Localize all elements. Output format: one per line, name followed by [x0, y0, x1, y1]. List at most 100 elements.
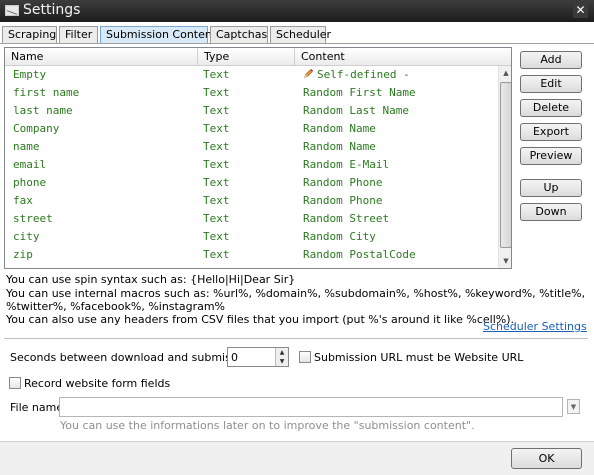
spin-syntax-info: You can use spin syntax such as: {Hello|…	[6, 273, 296, 286]
submission-url-label: Submission URL must be Website URL	[314, 351, 524, 364]
record-form-fields-label: Record website form fields	[24, 377, 171, 390]
edit-button[interactable]: Edit	[520, 75, 582, 93]
scheduler-settings-link[interactable]: Scheduler Settings	[483, 320, 587, 333]
tab-scheduler[interactable]: Scheduler	[270, 26, 331, 43]
pencil-icon	[304, 68, 314, 78]
table-row[interactable]: first name Text Random First Name	[5, 84, 498, 102]
cell-name: phone	[13, 176, 47, 189]
cell-type: Text	[203, 158, 230, 171]
cell-content: Random Phone	[303, 194, 382, 207]
table-row[interactable]: city Text Random City	[5, 228, 498, 246]
table-row[interactable]: street Text Random Street	[5, 210, 498, 228]
cell-name: fax	[13, 194, 33, 207]
column-header-type[interactable]: Type	[198, 48, 295, 66]
seconds-value[interactable]: 0	[231, 351, 238, 364]
cell-type: Text	[203, 176, 230, 189]
cell-content: Random E-Mail	[303, 158, 389, 171]
table-row[interactable]: fax Text Random Phone	[5, 192, 498, 210]
ok-button[interactable]: OK	[511, 448, 582, 469]
file-name-dropdown-icon[interactable]: ▼	[567, 399, 580, 414]
file-name-input[interactable]	[59, 397, 563, 417]
cell-type: Text	[203, 122, 230, 135]
file-name-hint: You can use the informations later on to…	[60, 419, 475, 432]
cell-content-text: Random Name	[303, 122, 376, 135]
table-row[interactable]: last name Text Random Last Name	[5, 102, 498, 120]
cell-type: Text	[203, 212, 230, 225]
cell-content: Random PostalCode	[303, 248, 416, 261]
cell-content-text: Self-defined -	[317, 68, 410, 81]
tab-submission-content[interactable]: Submission Content	[100, 26, 216, 43]
grid-vertical-scrollbar[interactable]: ▲ ▼	[498, 66, 511, 268]
cell-type: Text	[203, 230, 230, 243]
table-row[interactable]: name Text Random Name	[5, 138, 498, 156]
submission-fields-grid[interactable]: Name Type Content Empty Text Self-defined …	[4, 47, 512, 269]
tab-captchas[interactable]: Captchas	[210, 26, 268, 43]
cell-name: Company	[13, 122, 60, 135]
cell-name: email	[13, 158, 47, 171]
dialog-footer	[0, 441, 594, 475]
cell-name: name	[13, 140, 40, 153]
cell-content: Random Last Name	[303, 104, 409, 117]
table-row[interactable]: phone Text Random Phone	[5, 174, 498, 192]
tab-scraping[interactable]: Scraping	[2, 26, 57, 43]
file-name-label: File name	[10, 401, 64, 414]
cell-type: Text	[203, 104, 230, 117]
scroll-up-arrow-icon[interactable]: ▲	[499, 66, 511, 80]
cell-name: Empty	[13, 68, 47, 81]
macros-info-continued: %twitter%, %facebook%, %instagram%	[6, 300, 225, 313]
section-divider	[4, 338, 588, 339]
move-up-button[interactable]: Up	[520, 179, 582, 197]
grid-header: Name Type Content	[5, 48, 511, 66]
cell-content-text: Random E-Mail	[303, 158, 390, 171]
cell-content-text: Random First Name	[303, 86, 416, 99]
cell-content-text: Random Street	[303, 212, 390, 225]
cell-type: Text	[203, 194, 230, 207]
cell-name: city	[13, 230, 40, 243]
table-row[interactable]: Empty Text Self-defined -	[5, 66, 498, 84]
stepper-up-icon[interactable]: ▲	[276, 348, 288, 357]
cell-content: Random Name	[303, 140, 376, 153]
cell-name: first name	[13, 86, 80, 99]
tab-filter[interactable]: Filter	[59, 26, 98, 43]
cell-type: Text	[203, 140, 230, 153]
cell-content: Random City	[303, 230, 376, 243]
submission-url-checkbox[interactable]	[299, 351, 311, 363]
grid-rows: Empty Text Self-defined - first name Text Ran…	[5, 66, 498, 264]
cell-content-text: Random PostalCode	[303, 248, 416, 261]
stepper-down-icon[interactable]: ▼	[276, 357, 288, 366]
stepper-buttons[interactable]: ▲ ▼	[275, 348, 288, 366]
cell-name: last name	[13, 104, 73, 117]
close-button[interactable]: ✕	[573, 3, 588, 18]
cell-name: zip	[13, 248, 33, 261]
macros-info: You can use internal macros such as: %ur…	[6, 287, 586, 300]
column-header-name[interactable]: Name	[5, 48, 198, 66]
preview-button[interactable]: Preview	[520, 147, 582, 165]
cell-type: Text	[203, 86, 230, 99]
scroll-down-arrow-icon[interactable]: ▼	[499, 254, 511, 268]
seconds-stepper[interactable]: 0 ▲ ▼	[227, 347, 289, 367]
cell-type: Text	[203, 248, 230, 261]
column-header-content[interactable]: Content	[295, 48, 511, 66]
cell-content-text: Random City	[303, 230, 376, 243]
export-button[interactable]: Export	[520, 123, 582, 141]
scroll-thumb[interactable]	[500, 82, 511, 248]
table-row[interactable]: zip Text Random PostalCode	[5, 246, 498, 264]
csv-headers-info: You can also use any headers from CSV fi…	[6, 313, 515, 326]
cell-content-text: Random Last Name	[303, 104, 409, 117]
delete-button[interactable]: Delete	[520, 99, 582, 117]
cell-content: Random Phone	[303, 176, 382, 189]
cell-content-text: Random Phone	[303, 176, 383, 189]
table-row[interactable]: Company Text Random Name	[5, 120, 498, 138]
record-form-fields-checkbox[interactable]	[9, 377, 21, 389]
cell-type: Text	[203, 68, 230, 81]
cell-content: Random Street	[303, 212, 389, 225]
add-button[interactable]: Add	[520, 51, 582, 69]
cell-content-text: Random Phone	[303, 194, 383, 207]
window-icon	[5, 5, 19, 16]
title-bar: Settings ✕	[0, 0, 594, 22]
window-title: Settings	[23, 2, 81, 18]
move-down-button[interactable]: Down	[520, 203, 582, 221]
cell-name: street	[13, 212, 53, 225]
table-row[interactable]: email Text Random E-Mail	[5, 156, 498, 174]
cell-content: Self-defined -	[303, 68, 410, 81]
